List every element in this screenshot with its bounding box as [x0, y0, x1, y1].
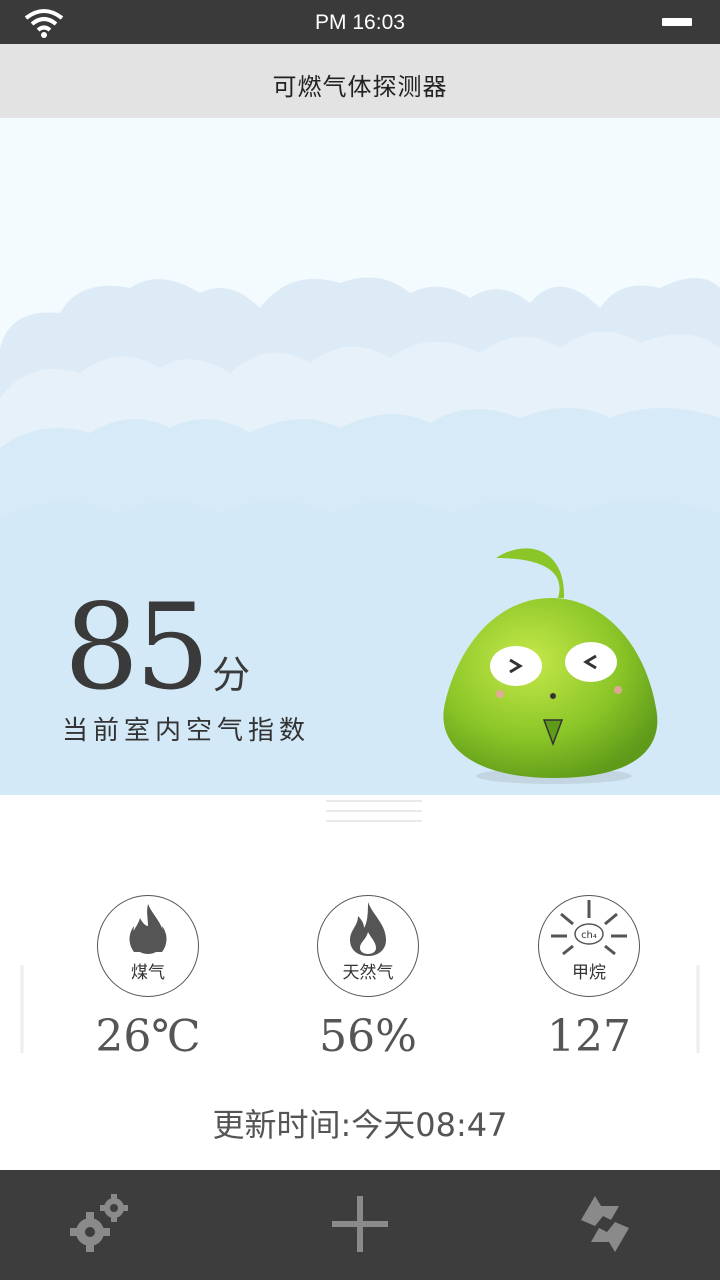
refresh-icon: [581, 1196, 629, 1252]
right-edge-mark: [696, 965, 700, 1053]
refresh-button[interactable]: [545, 1170, 665, 1280]
air-index-panel: 85 分 当前室内空气指数: [0, 118, 720, 795]
metric-coal-gas[interactable]: 煤气 26℃: [48, 895, 248, 1062]
add-button[interactable]: [300, 1170, 420, 1280]
left-edge-mark: [20, 965, 24, 1053]
methane-icon-text: ch₄: [581, 930, 597, 941]
metric-value: 127: [547, 1011, 631, 1062]
title-bar: 可燃气体探测器: [0, 44, 720, 118]
metric-icon-circle: ch₄ 甲烷: [538, 895, 640, 997]
settings-gears-icon: [70, 1194, 128, 1252]
air-score: 85 分: [64, 588, 250, 706]
metric-value: 26℃: [95, 1011, 201, 1062]
settings-button[interactable]: [40, 1170, 160, 1280]
update-time: 更新时间:今天08:47: [212, 1106, 508, 1144]
metric-natural-gas[interactable]: 天然气 56%: [268, 895, 468, 1062]
page-title: 可燃气体探测器: [272, 73, 448, 101]
score-value: 85: [64, 578, 210, 716]
status-bar: PM 16:03: [0, 0, 720, 44]
metric-value: 56%: [319, 1011, 417, 1062]
mascot-illustration: [443, 548, 658, 784]
metric-icon-circle: 天然气: [317, 895, 419, 997]
metric-name: 甲烷: [572, 963, 606, 983]
battery-icon: [662, 18, 692, 26]
metric-methane[interactable]: ch₄ 甲烷 127: [489, 895, 689, 1062]
metric-name: 煤气: [131, 963, 165, 983]
metric-icon-circle: 煤气: [97, 895, 199, 997]
bottom-tab-bar: [0, 1170, 720, 1280]
score-unit: 分: [212, 653, 251, 697]
metric-name: 天然气: [342, 963, 394, 983]
score-label: 当前室内空气指数: [62, 716, 311, 746]
status-time: PM 16:03: [315, 11, 405, 34]
panel-divider: [326, 800, 422, 830]
add-icon: [332, 1196, 388, 1252]
